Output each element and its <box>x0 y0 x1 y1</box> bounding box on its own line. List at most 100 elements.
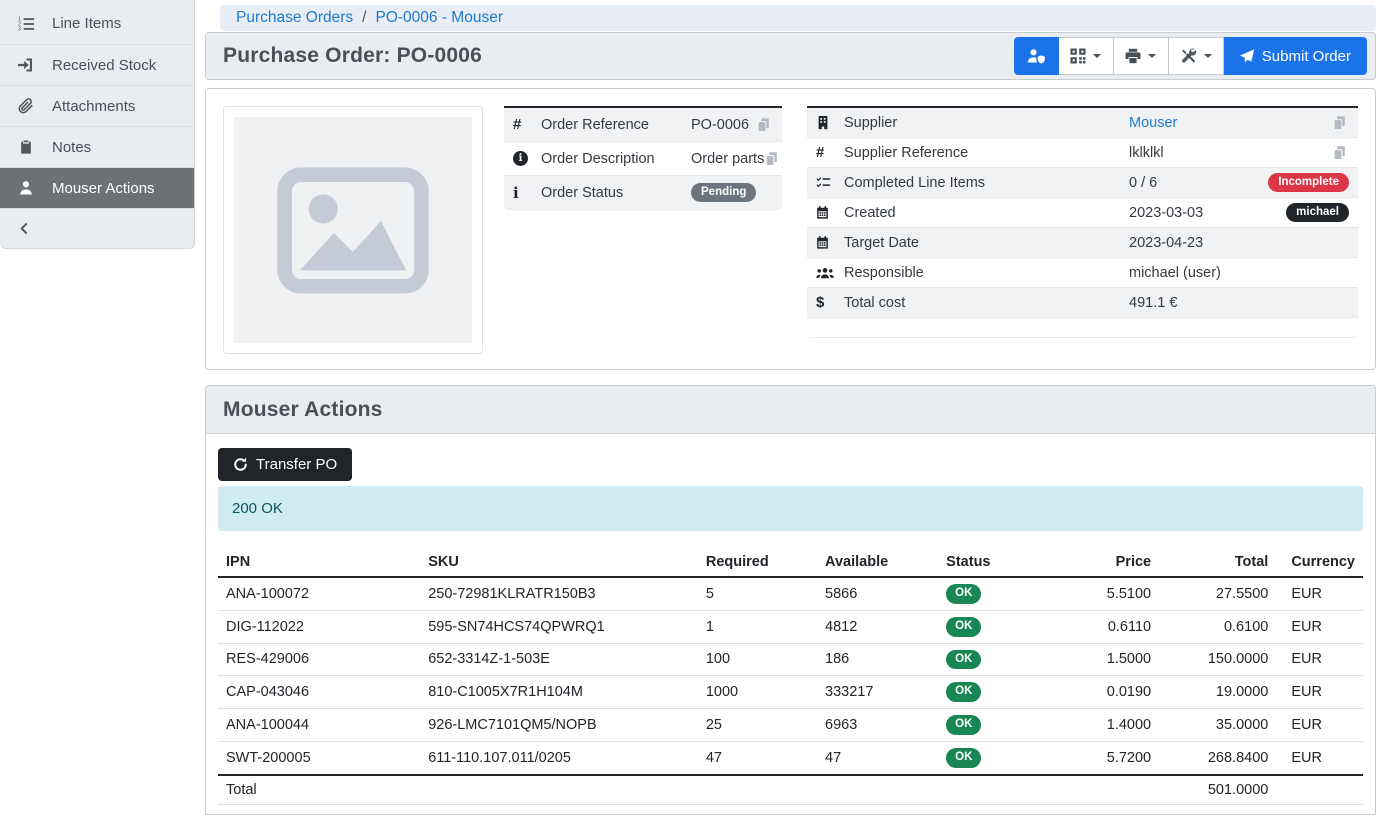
mouser-actions-panel: Mouser Actions Transfer PO 200 OK IPN SK… <box>205 385 1376 815</box>
parts-table: IPN SKU Required Available Status Price … <box>218 548 1363 805</box>
col-status: Status <box>938 548 1059 577</box>
toolbar: Submit Order <box>1014 37 1367 75</box>
sidebar-item-attachments[interactable]: Attachments <box>0 85 194 126</box>
ok-badge: OK <box>946 617 981 637</box>
ok-badge: OK <box>946 715 981 735</box>
order-actions-button[interactable] <box>1169 37 1224 75</box>
order-holder-button[interactable] <box>1014 37 1059 75</box>
user-icon <box>16 180 35 197</box>
table-row: RES-429006 652-3314Z-1-503E 100 186 OK 1… <box>218 643 1363 676</box>
detail-row-order-reference: # Order Reference PO-0006 <box>504 108 782 142</box>
supplier-info-table: Supplier Mouser # Supplier Reference lkl… <box>807 106 1358 338</box>
detail-row-order-status: i Order Status Pending <box>504 176 782 210</box>
sidebar-item-line-items[interactable]: 123 Line Items <box>0 3 194 44</box>
dollar-icon: $ <box>816 294 844 311</box>
clipboard-icon <box>16 139 35 156</box>
info-circle-icon: i <box>513 151 541 166</box>
chevron-down-icon <box>1148 54 1156 58</box>
sidebar-item-received-stock[interactable]: Received Stock <box>0 44 194 85</box>
sidebar-item-mouser-actions[interactable]: Mouser Actions <box>0 167 194 208</box>
detail-row-target-date: Target Date 2023-04-23 <box>807 228 1358 258</box>
detail-row-empty <box>807 318 1358 338</box>
table-row: ANA-100044 926-LMC7101QM5/NOPB 25 6963 O… <box>218 709 1363 742</box>
hash-icon: # <box>513 116 541 133</box>
incomplete-badge: Incomplete <box>1268 173 1349 193</box>
transfer-status-alert: 200 OK <box>218 486 1363 531</box>
status-badge: Pending <box>691 183 756 203</box>
barcode-actions-button[interactable] <box>1059 37 1114 75</box>
paperclip-icon <box>16 98 35 115</box>
sidebar-item-label: Notes <box>52 139 91 156</box>
table-row: SWT-200005 611-110.107.011/0205 47 47 OK… <box>218 741 1363 774</box>
sidebar-item-label: Attachments <box>52 98 135 115</box>
table-row: CAP-043046 810-C1005X7R1H104M 1000 33321… <box>218 676 1363 709</box>
detail-row-total-cost: $ Total cost 491.1 € <box>807 288 1358 318</box>
col-ipn: IPN <box>218 548 420 577</box>
image-placeholder-icon <box>277 167 429 294</box>
supplier-link[interactable]: Mouser <box>1129 115 1177 131</box>
image-placeholder <box>234 117 472 343</box>
table-total-label: Total <box>218 775 420 805</box>
tools-icon <box>1180 48 1197 64</box>
sidebar: 123 Line Items Received Stock Attachment… <box>0 0 195 249</box>
info-icon: i <box>513 184 541 202</box>
breadcrumb-link-current-order[interactable]: PO-0006 - Mouser <box>375 9 503 27</box>
calendar-icon <box>816 205 844 220</box>
rotate-icon <box>233 457 248 472</box>
hash-icon: # <box>816 144 844 161</box>
qrcode-icon <box>1070 48 1086 64</box>
detail-row-responsible: Responsible michael (user) <box>807 258 1358 288</box>
order-image-card[interactable] <box>223 106 483 354</box>
breadcrumb-link-purchase-orders[interactable]: Purchase Orders <box>236 9 353 27</box>
ok-badge: OK <box>946 584 981 604</box>
page-header: Purchase Order: PO-0006 <box>205 32 1376 80</box>
transfer-po-button[interactable]: Transfer PO <box>218 448 352 481</box>
page-title: Purchase Order: PO-0006 <box>223 44 482 68</box>
chevron-down-icon <box>1093 54 1101 58</box>
sidebar-item-label: Line Items <box>52 15 121 32</box>
detail-row-completed-line-items: Completed Line Items 0 / 6 Incomplete <box>807 168 1358 198</box>
ok-badge: OK <box>946 748 981 768</box>
col-price: Price <box>1059 548 1159 577</box>
order-info-table: # Order Reference PO-0006 i Order Descri… <box>504 106 782 210</box>
copy-icon[interactable] <box>1332 145 1349 161</box>
calendar-icon <box>816 235 844 250</box>
col-sku: SKU <box>420 548 698 577</box>
mouser-actions-header: Mouser Actions <box>206 386 1375 434</box>
print-actions-button[interactable] <box>1114 37 1169 75</box>
sidebar-item-notes[interactable]: Notes <box>0 126 194 167</box>
users-icon <box>816 266 844 280</box>
panel-title: Mouser Actions <box>223 398 383 422</box>
sidebar-item-label: Received Stock <box>52 57 156 74</box>
svg-text:3: 3 <box>18 26 21 32</box>
mouser-actions-body: Transfer PO 200 OK IPN SKU Required Avai… <box>206 434 1375 817</box>
breadcrumb: Purchase Orders / PO-0006 - Mouser <box>220 5 1376 31</box>
chevron-down-icon <box>1204 54 1212 58</box>
col-currency: Currency <box>1276 548 1363 577</box>
submit-order-button[interactable]: Submit Order <box>1224 37 1367 75</box>
detail-row-created: Created 2023-03-03 michael <box>807 198 1358 228</box>
table-row: DIG-112022 595-SN74HCS74QPWRQ1 1 4812 OK… <box>218 610 1363 643</box>
chevron-left-icon <box>18 221 31 236</box>
parts-table-header-row: IPN SKU Required Available Status Price … <box>218 548 1363 577</box>
sign-in-icon <box>16 57 35 74</box>
copy-icon[interactable] <box>1332 115 1349 131</box>
copy-icon[interactable] <box>764 151 781 167</box>
col-available: Available <box>817 548 938 577</box>
col-required: Required <box>698 548 817 577</box>
detail-row-supplier: Supplier Mouser <box>807 108 1358 138</box>
printer-icon <box>1125 48 1141 64</box>
send-icon <box>1239 49 1255 64</box>
created-by-badge: michael <box>1286 203 1349 223</box>
user-shield-icon <box>1026 48 1046 64</box>
copy-icon[interactable] <box>756 117 773 133</box>
table-total-value: 501.0000 <box>1159 775 1276 805</box>
table-footer-row: Total 501.0000 <box>218 775 1363 805</box>
building-icon <box>816 115 844 130</box>
detail-row-supplier-reference: # Supplier Reference lklklkl <box>807 138 1358 168</box>
tasks-icon <box>816 176 844 190</box>
sidebar-collapse-button[interactable] <box>0 208 194 248</box>
ok-badge: OK <box>946 650 981 670</box>
list-ol-icon: 123 <box>16 15 35 32</box>
sidebar-item-label: Mouser Actions <box>52 180 155 197</box>
